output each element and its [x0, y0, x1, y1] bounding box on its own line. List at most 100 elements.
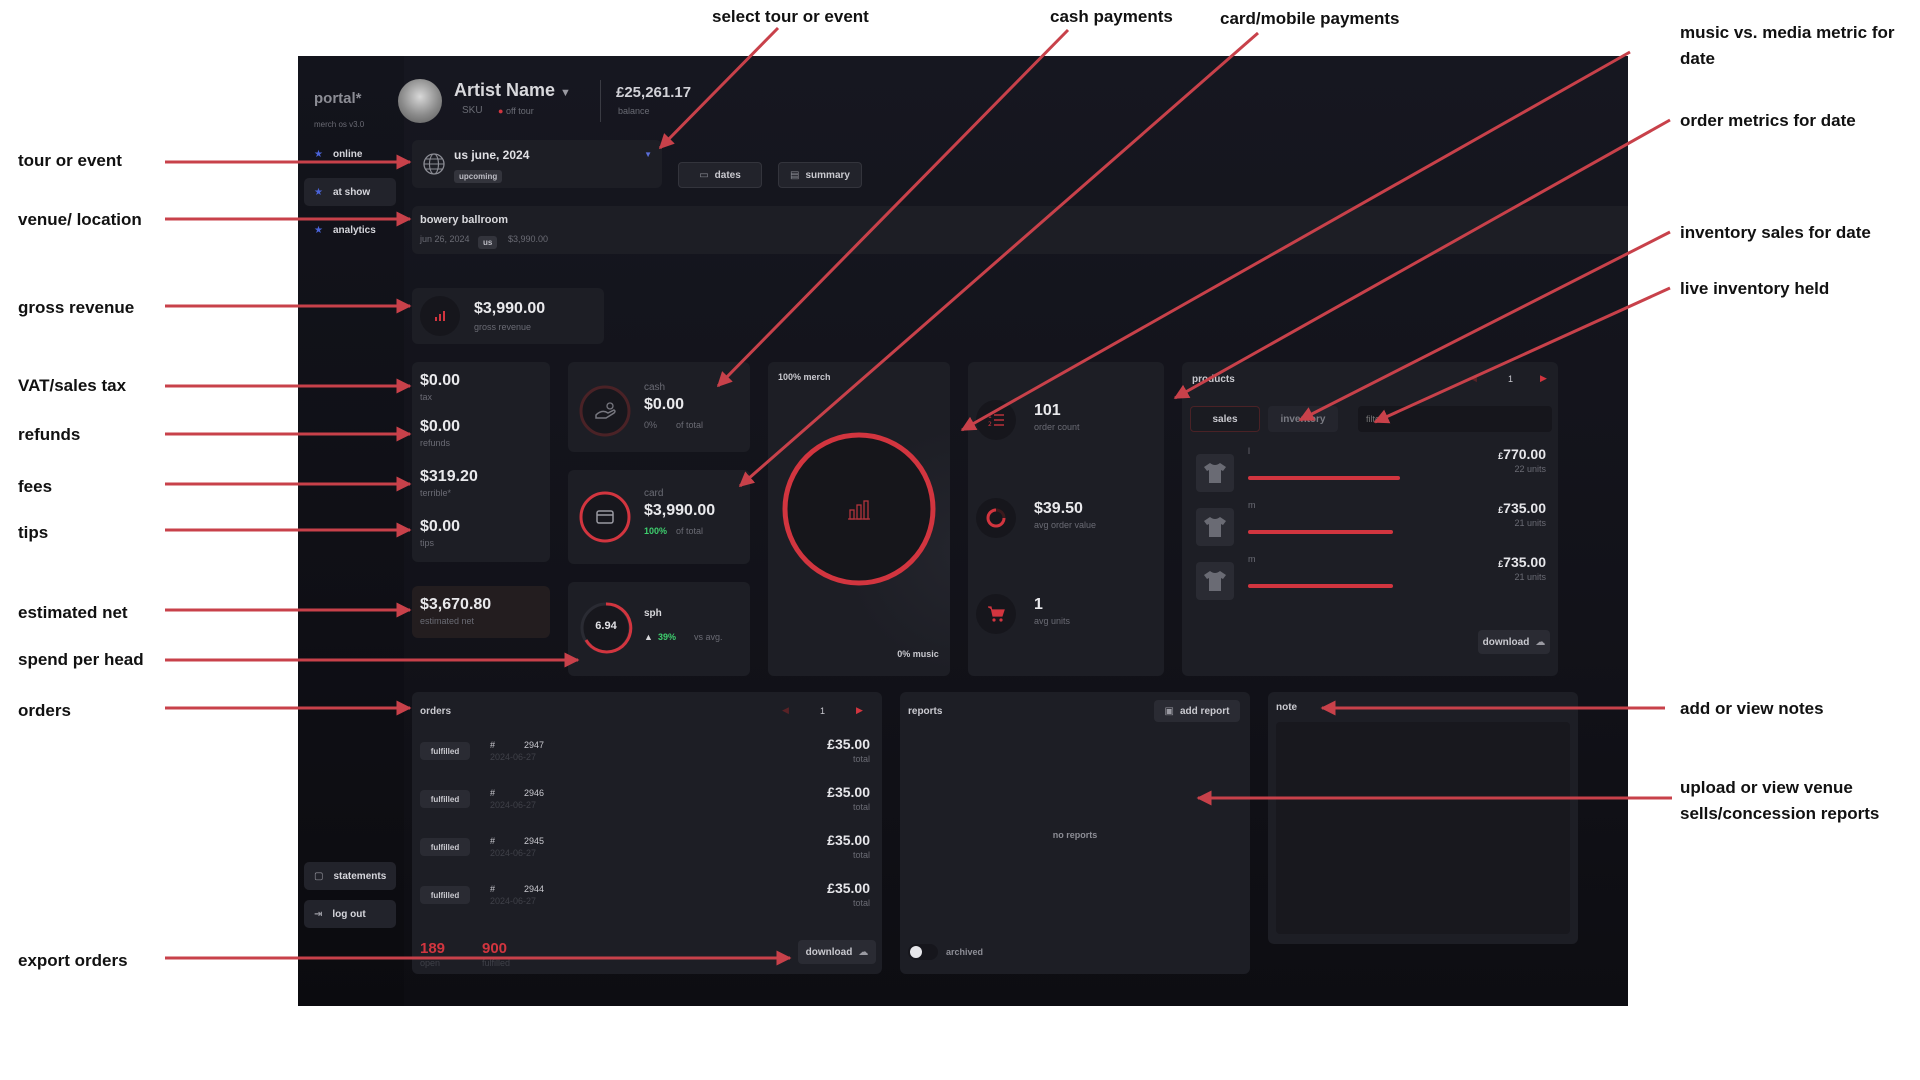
annotation-venue-location: venue/ location [18, 210, 142, 229]
tab-sales[interactable]: sales [1190, 406, 1260, 432]
product-sales-bar [1248, 530, 1394, 534]
annotation-estimated-net: estimated net [18, 603, 128, 622]
table-row[interactable]: fulfilled # 2947 2024-06-27 £35.00 total [412, 736, 882, 780]
nav-label: statements [333, 870, 387, 882]
cash-hand-icon [578, 384, 632, 438]
table-row[interactable]: fulfilled # 2945 2024-06-27 £35.00 total [412, 832, 882, 876]
annotation-inventory-sales: inventory sales for date [1680, 223, 1871, 242]
nav-item-at-show[interactable]: ★ at show [304, 178, 396, 206]
avg-units-value: 1 [1034, 596, 1043, 613]
annotation-gross-revenue: gross revenue [18, 298, 135, 317]
table-row[interactable]: fulfilled # 2944 2024-06-27 £35.00 total [412, 880, 882, 924]
calendar-icon: ▭ [699, 169, 709, 181]
summary-button[interactable]: ▤ summary [778, 162, 862, 188]
nav-label: online [332, 148, 363, 160]
open-label: open [420, 958, 441, 968]
order-hash: # [490, 836, 496, 846]
fulfilled-label: fulfilled [482, 958, 511, 968]
status-text: fulfilled [430, 794, 460, 804]
order-count-label: order count [1034, 422, 1080, 432]
prev-page-icon[interactable]: ◀ [1470, 373, 1477, 384]
svg-text:1: 1 [988, 413, 992, 420]
order-number: 2946 [524, 788, 545, 798]
annotation-tips: tips [18, 523, 49, 542]
fulfilled-count: 900 [482, 940, 508, 957]
logo: portal* [314, 90, 362, 107]
sph-change-text: 39% [657, 632, 676, 642]
venue-bar[interactable]: bowery ballroom jun 26, 2024 us $3,990.0… [412, 206, 1628, 254]
products-download-button[interactable]: download ☁ [1478, 630, 1550, 654]
avatar[interactable] [398, 79, 442, 123]
next-page-icon[interactable]: ▶ [1540, 373, 1547, 384]
prev-page-icon[interactable]: ◀ [782, 705, 789, 716]
sph-change: ▲ 39% [644, 632, 676, 642]
product-price-text: 735.00 [1503, 500, 1546, 516]
order-date: 2024-06-27 [490, 752, 537, 762]
toggle-knob [910, 946, 922, 958]
artist-status-text: off tour [505, 106, 534, 116]
nav-item-log-out[interactable]: ⇥ log out [304, 900, 396, 928]
star-icon: ★ [314, 148, 323, 160]
orders-download-button[interactable]: download ☁ [798, 940, 876, 964]
fees-label: terrible* [420, 488, 452, 498]
tshirt-icon [1196, 454, 1234, 492]
document-icon: ▤ [790, 169, 800, 181]
tshirt-icon [1196, 562, 1234, 600]
products-title: products [1192, 374, 1235, 385]
sph-change-label: vs avg. [694, 632, 723, 642]
annotation-card-payments: card/mobile payments [1220, 9, 1400, 28]
order-hash: # [490, 788, 496, 798]
sph-label: sph [644, 608, 662, 619]
status-text: fulfilled [430, 890, 460, 900]
note-textarea[interactable] [1276, 722, 1570, 934]
nav-item-online[interactable]: ★ online [304, 140, 396, 168]
nav-label: analytics [332, 224, 376, 236]
artist-name[interactable]: Artist Name ▼ [454, 80, 571, 101]
tour-selector[interactable]: us june, 2024 upcoming ▼ [412, 140, 662, 188]
refunds-value: $0.00 [420, 418, 461, 435]
gross-revenue-card: $3,990.00 gross revenue [412, 288, 604, 344]
sph-ring: 6.94 [578, 600, 634, 656]
fees-value: $319.20 [420, 468, 478, 485]
add-icon: ▣ [1164, 705, 1174, 717]
orders-card: orders ◀ 1 ▶ fulfilled # 2947 2024-06-27… [412, 692, 882, 974]
next-page-icon[interactable]: ▶ [856, 705, 863, 716]
estimated-net-value: $3,670.80 [420, 596, 492, 613]
tax-label: tax [420, 392, 433, 402]
avg-order-value: $39.50 [1034, 500, 1083, 517]
download-label: download [805, 946, 853, 958]
table-row[interactable]: fulfilled # 2946 2024-06-27 £35.00 total [412, 784, 882, 828]
tshirt-icon [1196, 508, 1234, 546]
cart-icon [976, 594, 1016, 634]
product-row[interactable]: m £735.00 21 units [1182, 500, 1558, 552]
tour-badge-text: upcoming [454, 170, 503, 183]
cash-pct-label: of total [676, 420, 704, 430]
nav-item-statements[interactable]: ▢ statements [304, 862, 396, 890]
sidebar: portal* merch os v3.0 ★ online ★ at show… [298, 56, 404, 1006]
archived-toggle[interactable] [908, 944, 938, 960]
product-row[interactable]: l £770.00 22 units [1182, 446, 1558, 498]
nav-item-analytics[interactable]: ★ analytics [304, 216, 396, 244]
dates-label: dates [714, 169, 741, 181]
merch-music-card: 100% merch 0% music [768, 362, 950, 676]
product-row[interactable]: m £735.00 21 units [1182, 554, 1558, 606]
product-sales-bar [1248, 584, 1394, 588]
add-report-button[interactable]: ▣ add report [1154, 700, 1240, 722]
summary-label: summary [805, 169, 850, 181]
product-filter-input[interactable] [1358, 406, 1552, 432]
tab-inventory[interactable]: inventory [1268, 406, 1338, 432]
svg-text:2: 2 [988, 421, 992, 428]
product-sales-bar [1248, 476, 1400, 480]
music-pct: 0% music [897, 649, 939, 659]
note-card: note [1268, 692, 1578, 944]
annotation-upload-reports-line1: upload or view venue [1680, 778, 1853, 797]
venue-country: us [478, 232, 498, 250]
dates-button[interactable]: ▭ dates [678, 162, 762, 188]
credit-card-icon [578, 490, 632, 544]
order-count-value: 101 [1034, 402, 1061, 419]
product-price-text: 770.00 [1503, 446, 1546, 462]
annotation-music-media: music vs. media metric for date [1680, 20, 1894, 72]
chevron-down-icon: ▼ [560, 87, 571, 99]
order-amount: £35.00 [827, 832, 870, 848]
open-count: 189 [420, 940, 446, 957]
